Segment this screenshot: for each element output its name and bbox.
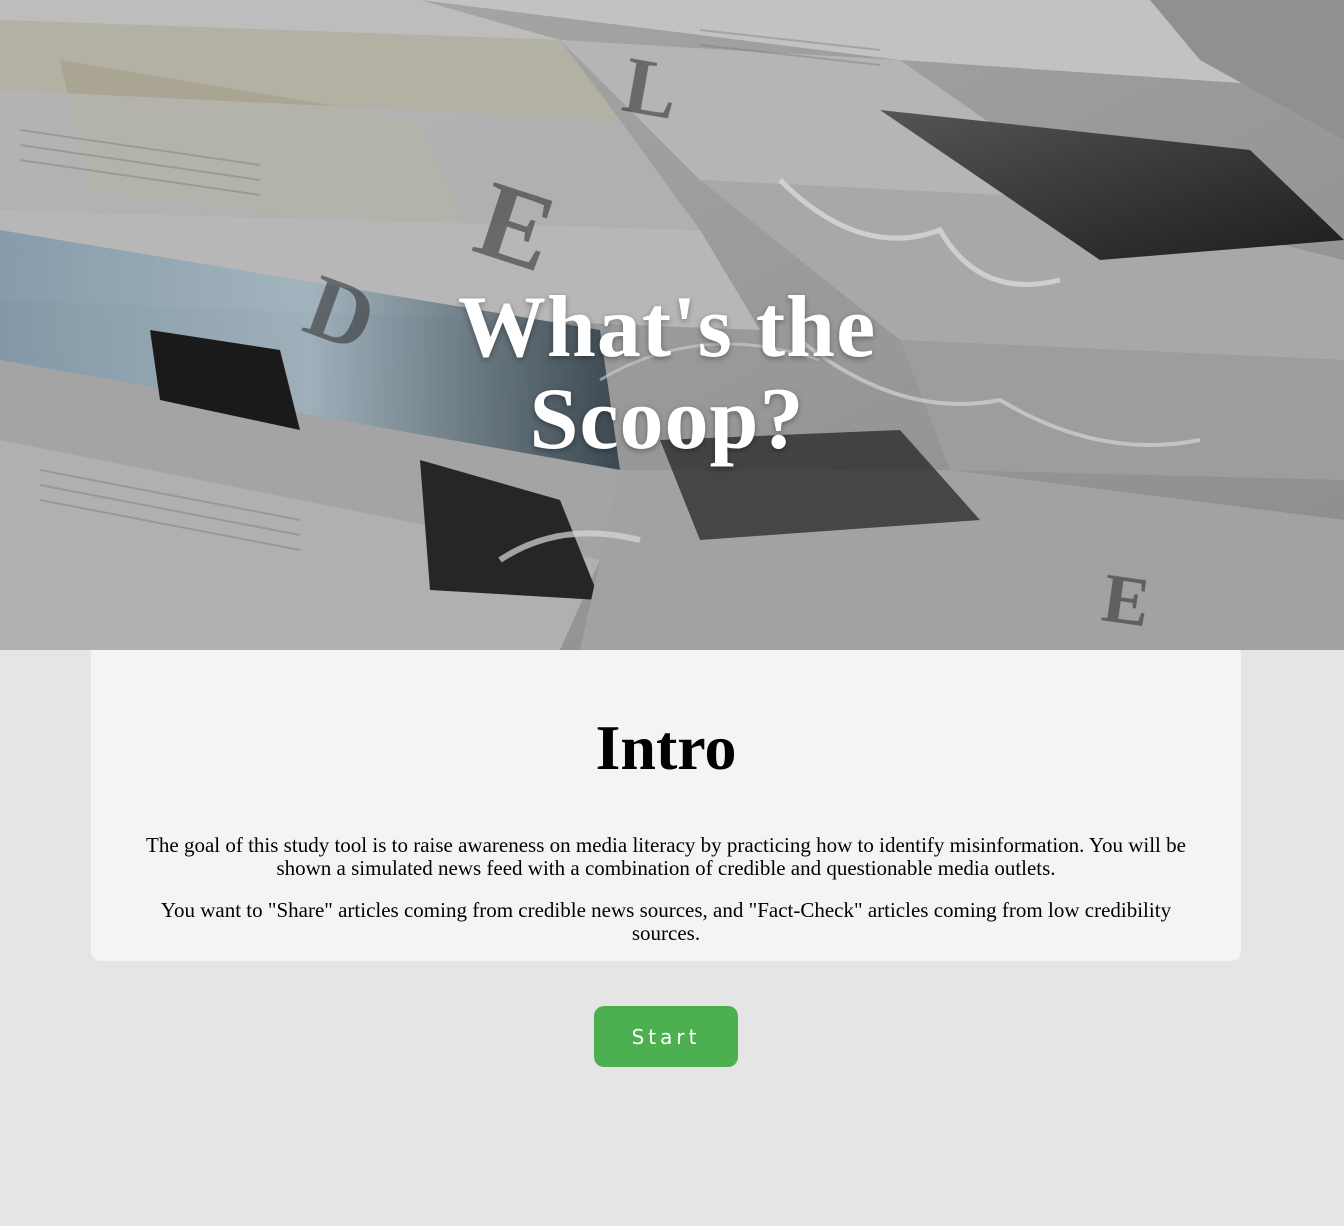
intro-paragraph-instructions: You want to "Share" articles coming from… [160, 898, 1172, 945]
start-button[interactable]: Start [594, 1006, 738, 1067]
intro-heading: Intro [595, 712, 737, 783]
hero-title: What's the Scoop? [372, 282, 962, 466]
intro-paragraph-goal: The goal of this study tool is to raise … [146, 833, 1186, 880]
hero-banner: E D L E What's the Scoop? [0, 0, 1344, 650]
intro-card: Intro The goal of this study tool is to … [91, 650, 1241, 961]
hero-title-line1: What's the [457, 279, 877, 376]
hero-title-line2: Scoop? [529, 371, 805, 468]
